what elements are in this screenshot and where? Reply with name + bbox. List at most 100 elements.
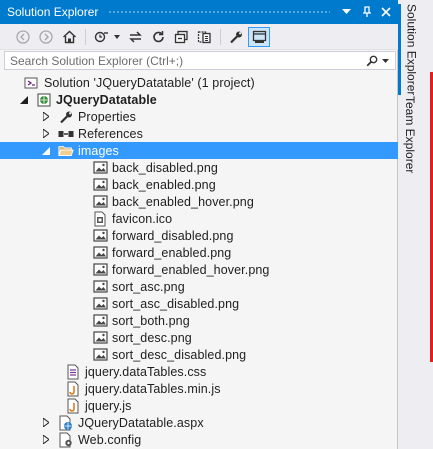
collapse-all-icon[interactable]	[170, 27, 192, 47]
tree-item-images-folder[interactable]: images	[0, 142, 398, 159]
image-file-icon	[92, 330, 108, 346]
sync-with-active-document-icon[interactable]	[124, 27, 146, 47]
panel-title: Solution Explorer	[7, 5, 99, 19]
tree-item-label: back_enabled_hover.png	[112, 194, 254, 209]
js-file-icon	[65, 381, 81, 397]
collapsed-arrow-icon[interactable]	[40, 434, 52, 446]
home-icon[interactable]	[58, 27, 80, 47]
js-file-icon	[65, 398, 81, 414]
image-file-icon	[92, 245, 108, 261]
tree-item-references[interactable]: References	[0, 125, 398, 142]
tree-item-label: sort_both.png	[112, 313, 190, 328]
tree-item-image-file[interactable]: sort_asc_disabled.png	[0, 295, 398, 312]
close-icon[interactable]	[378, 4, 394, 20]
solution-icon	[24, 75, 40, 91]
image-file-icon	[92, 347, 108, 363]
tree-item-label: forward_disabled.png	[112, 228, 234, 243]
tree-item-image-file[interactable]: sort_both.png	[0, 312, 398, 329]
image-file-icon	[92, 228, 108, 244]
show-all-files-icon[interactable]	[193, 27, 215, 47]
icon-file-icon	[92, 211, 108, 227]
tree-item-project[interactable]: JQueryDatatable	[0, 91, 398, 108]
tree-item-label: jquery.dataTables.min.js	[85, 381, 221, 396]
wrench-icon	[58, 109, 74, 125]
window-position-dropdown-icon[interactable]	[338, 4, 354, 20]
panel-title-bar[interactable]: Solution Explorer	[0, 0, 398, 24]
solution-tree: Solution 'JQueryDatatable' (1 project) J…	[0, 74, 398, 448]
tree-item-image-file[interactable]: forward_enabled.png	[0, 244, 398, 261]
image-file-icon	[92, 177, 108, 193]
search-options-chevron-icon[interactable]	[379, 54, 391, 68]
toolbar-separator	[85, 28, 86, 45]
collapsed-arrow-icon[interactable]	[40, 417, 52, 429]
solution-explorer-panel: Solution Explorer Search Solution Explor…	[0, 0, 398, 449]
tree-item-label: Web.config	[78, 432, 142, 447]
tree-item-label: favicon.ico	[112, 211, 173, 226]
collapsed-arrow-icon[interactable]	[40, 128, 52, 140]
tree-item-aspx-file[interactable]: JQueryDatatable.aspx	[0, 414, 398, 431]
tree-item-image-file[interactable]: forward_enabled_hover.png	[0, 261, 398, 278]
refresh-icon[interactable]	[147, 27, 169, 47]
tree-item-label: Solution 'JQueryDatatable' (1 project)	[44, 75, 255, 90]
tree-item-label: back_disabled.png	[112, 160, 218, 175]
side-tab-strip: Solution Explorer Team Explorer	[398, 0, 433, 449]
tree-item-image-file[interactable]: sort_asc.png	[0, 278, 398, 295]
tree-item-solution[interactable]: Solution 'JQueryDatatable' (1 project)	[0, 74, 398, 91]
pending-changes-filter-icon[interactable]	[90, 27, 112, 47]
expanded-arrow-icon[interactable]	[18, 94, 30, 106]
tab-solution-explorer[interactable]: Solution Explorer	[398, 4, 422, 96]
tree-item-web-config[interactable]: Web.config	[0, 431, 398, 448]
css-file-icon	[65, 364, 81, 380]
image-file-icon	[92, 296, 108, 312]
preview-selected-items-icon[interactable]	[248, 26, 270, 47]
config-file-icon	[58, 432, 74, 448]
explorer-toolbar	[0, 24, 398, 50]
open-folder-icon	[58, 143, 74, 159]
tree-item-label: sort_desc_disabled.png	[112, 347, 247, 362]
tree-item-label: back_enabled.png	[112, 177, 216, 192]
properties-wrench-icon[interactable]	[225, 27, 247, 47]
tree-item-image-file[interactable]: back_enabled_hover.png	[0, 193, 398, 210]
back-icon[interactable]	[12, 27, 34, 47]
tree-item-label: Properties	[78, 109, 136, 124]
search-input[interactable]: Search Solution Explorer (Ctrl+;)	[4, 51, 396, 70]
tree-item-css-file[interactable]: jquery.dataTables.css	[0, 363, 398, 380]
tree-item-label: forward_enabled_hover.png	[112, 262, 270, 277]
tree-item-label: sort_desc.png	[112, 330, 192, 345]
web-project-icon	[36, 92, 52, 108]
image-file-icon	[92, 160, 108, 176]
aspx-page-icon	[58, 415, 74, 431]
tab-team-explorer[interactable]: Team Explorer	[398, 96, 422, 173]
image-file-icon	[92, 262, 108, 278]
forward-icon[interactable]	[35, 27, 57, 47]
tree-item-image-file[interactable]: sort_desc.png	[0, 329, 398, 346]
image-file-icon	[92, 279, 108, 295]
tree-item-label: JQueryDatatable	[56, 92, 157, 107]
tree-item-image-file[interactable]: favicon.ico	[0, 210, 398, 227]
image-file-icon	[92, 313, 108, 329]
tab-label: Team Explorer	[403, 96, 417, 174]
tree-item-js-file[interactable]: jquery.js	[0, 397, 398, 414]
image-file-icon	[92, 194, 108, 210]
search-placeholder: Search Solution Explorer (Ctrl+;)	[10, 53, 184, 68]
tree-item-label: References	[78, 126, 143, 141]
tree-item-properties[interactable]: Properties	[0, 108, 398, 125]
tab-label: Solution Explorer	[404, 4, 419, 96]
tree-item-label: sort_asc_disabled.png	[112, 296, 240, 311]
tree-item-js-min-file[interactable]: jquery.dataTables.min.js	[0, 380, 398, 397]
chevron-down-icon[interactable]	[113, 27, 121, 47]
tree-item-label: forward_enabled.png	[112, 245, 232, 260]
expanded-arrow-icon[interactable]	[40, 145, 52, 157]
tree-item-label: jquery.js	[85, 398, 132, 413]
tree-item-image-file[interactable]: sort_desc_disabled.png	[0, 346, 398, 363]
tree-item-image-file[interactable]: back_disabled.png	[0, 159, 398, 176]
auto-hide-pin-icon[interactable]	[358, 4, 374, 20]
tree-item-image-file[interactable]: back_enabled.png	[0, 176, 398, 193]
images-folder-contents: back_disabled.png back_enabled.png back_en…	[0, 159, 398, 363]
tree-item-label: jquery.dataTables.css	[85, 364, 207, 379]
search-icon[interactable]	[365, 54, 379, 68]
title-grip[interactable]	[108, 9, 330, 15]
tree-item-label: JQueryDatatable.aspx	[78, 415, 204, 430]
tree-item-image-file[interactable]: forward_disabled.png	[0, 227, 398, 244]
collapsed-arrow-icon[interactable]	[40, 111, 52, 123]
